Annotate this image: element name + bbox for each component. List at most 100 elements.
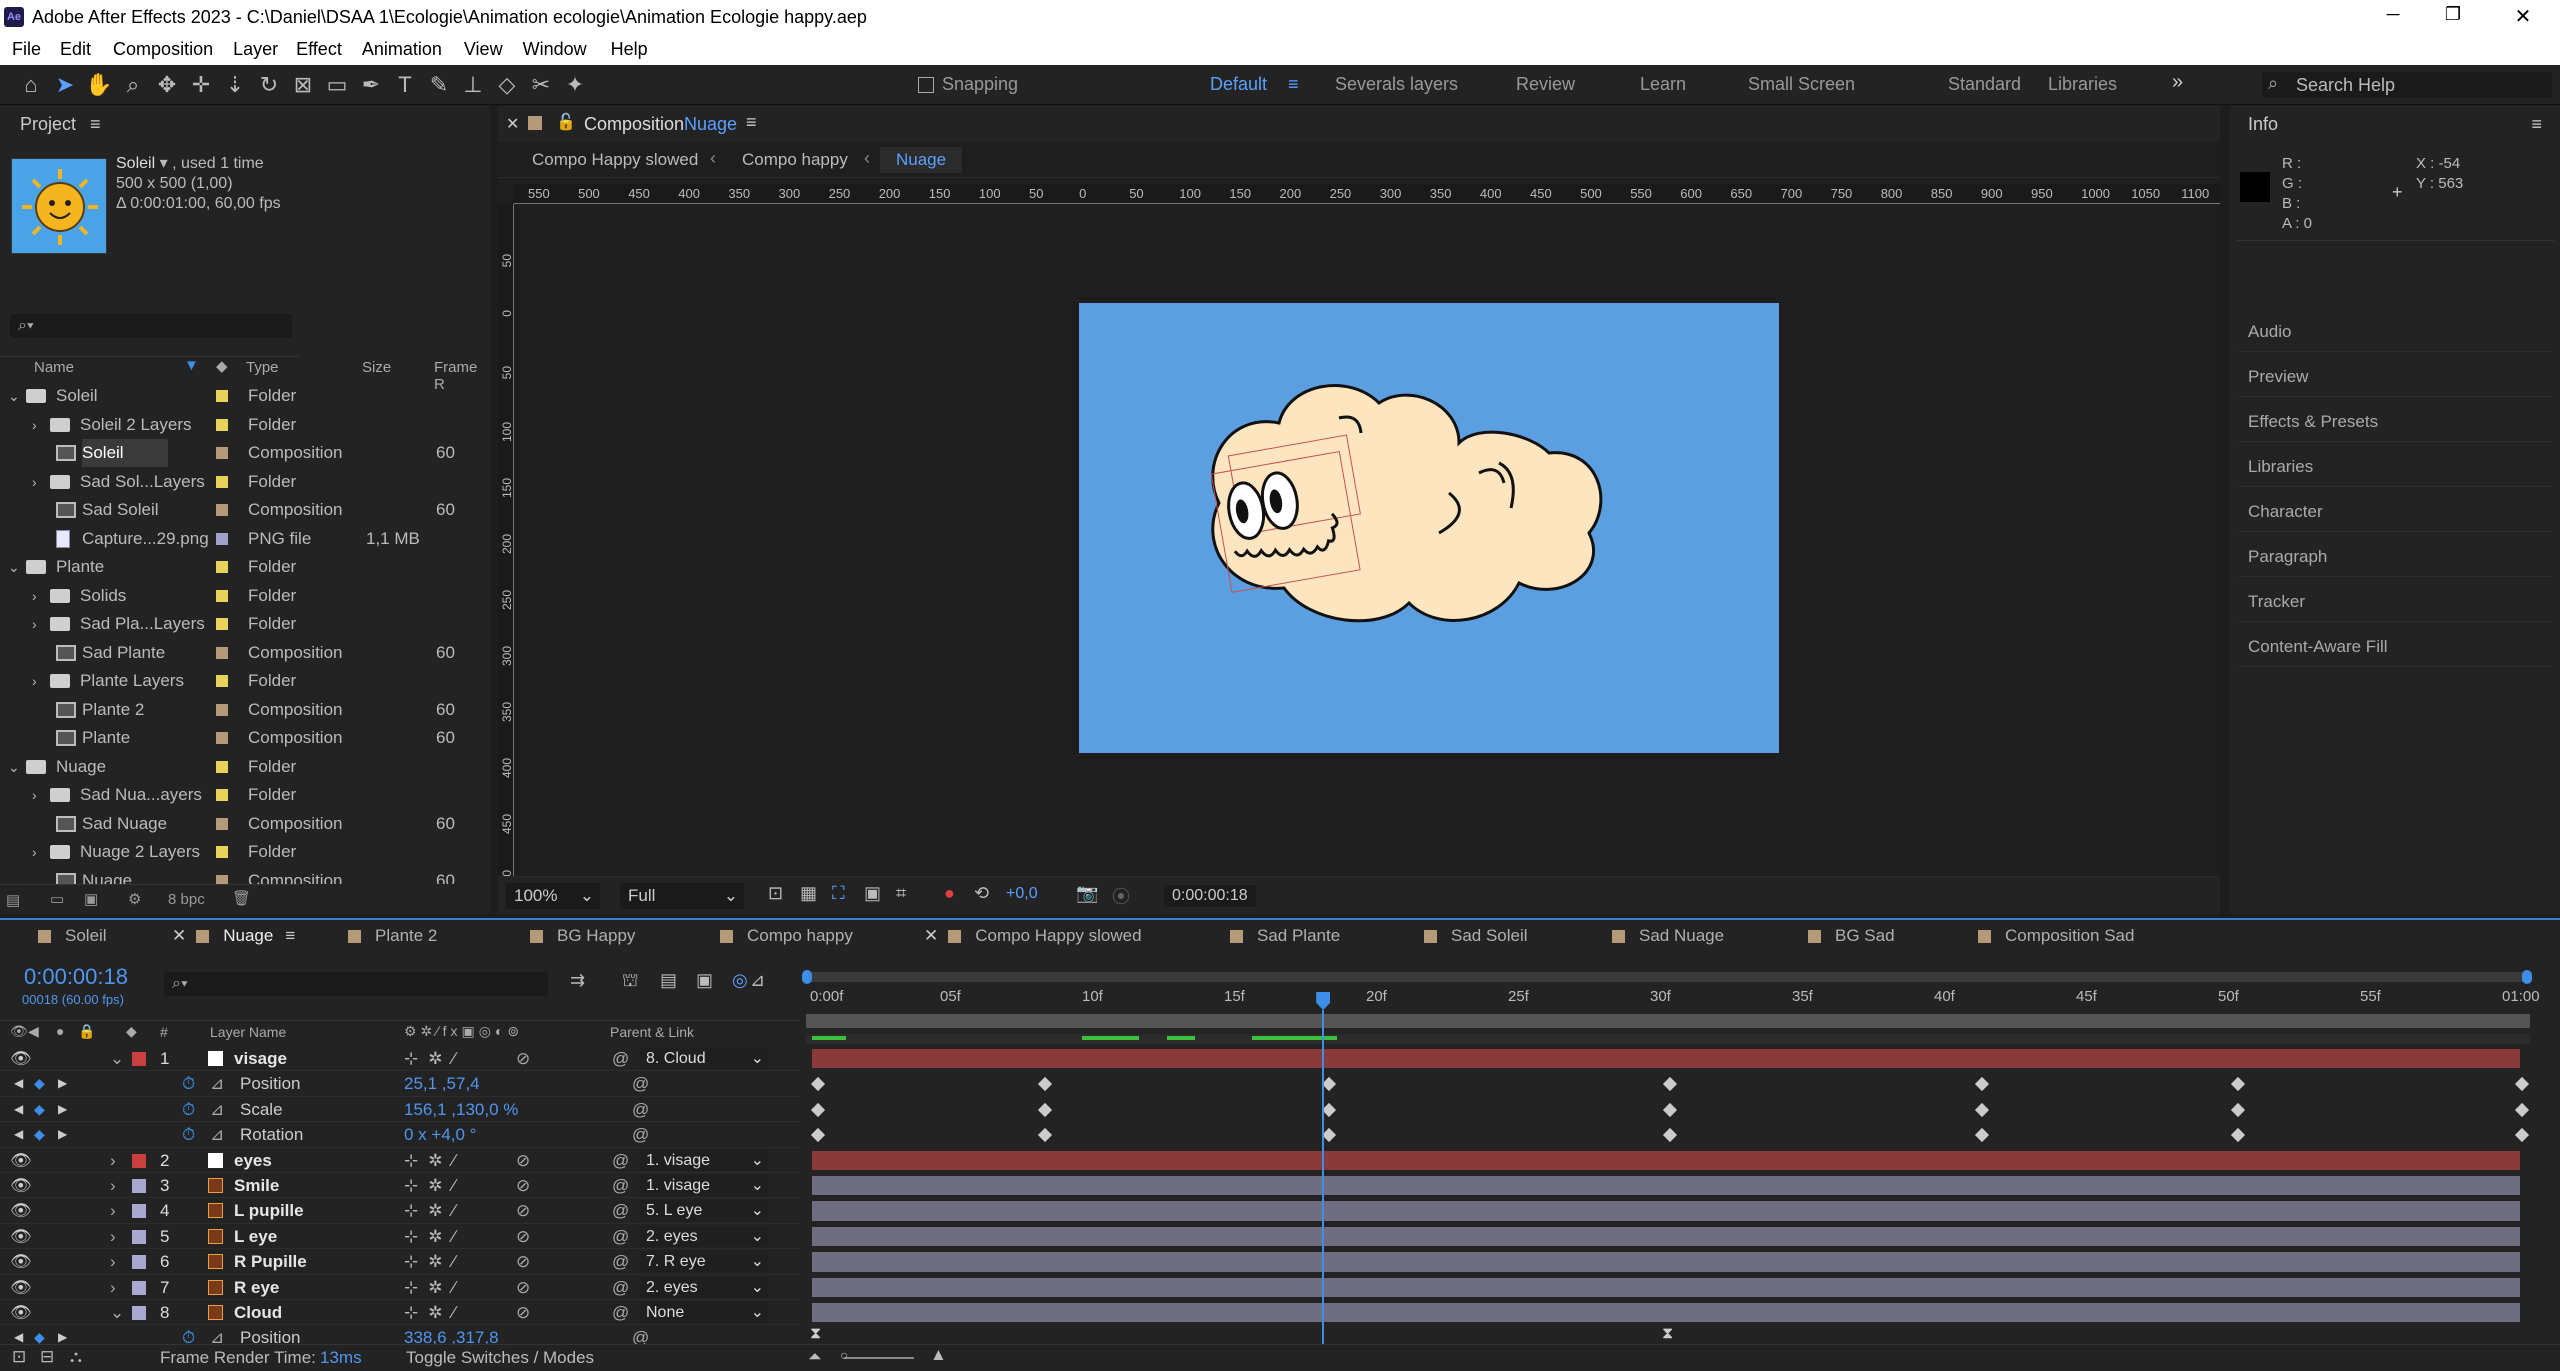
label-color[interactable] [216,532,228,545]
minimize-button[interactable]: ─ [2368,4,2418,25]
link-icon[interactable]: ⊘ [516,1275,530,1300]
layer-switches-icon[interactable]: ⊟ [40,1347,54,1367]
property-row[interactable]: ◀ ◆ ▶ ⏱ ⊿ Scale 156,1 ,130,0 % @ [0,1097,800,1122]
reset-exposure-icon[interactable]: ⟲ [974,883,989,904]
panel-effects-presets[interactable]: Effects & Presets [2238,402,2552,442]
panel-preview[interactable]: Preview [2238,357,2552,397]
chevron-down-icon[interactable]: ⌄ [110,1046,124,1071]
breadcrumb-compo-happy-slowed[interactable]: Compo Happy slowed [532,150,698,170]
panel-menu-icon[interactable]: ≡ [2531,106,2542,142]
roto-brush-icon[interactable]: ✂ [524,65,558,105]
resolution-select[interactable]: Full ⌄ [620,883,744,909]
link-icon[interactable]: ⊘ [516,1046,530,1071]
timeline-tab-composition-sad[interactable]: Composition Sad [1978,920,2134,952]
grid-options-icon[interactable]: ⌗ [896,883,906,904]
project-item[interactable]: › Soleil 2 Layers Folder [0,411,300,439]
col-type[interactable]: Type [246,359,279,376]
next-keyframe-icon[interactable]: ▶ [58,1071,67,1096]
timeline-tab-sad-soleil[interactable]: Sad Soleil [1424,920,1528,952]
channels-icon[interactable]: ● [944,883,955,904]
workspace-libraries[interactable]: Libraries [2048,74,2117,95]
label-color[interactable] [216,390,228,402]
layer-name[interactable]: R Pupille [234,1249,307,1274]
layer-duration-bar[interactable] [812,1252,2520,1272]
breadcrumb-nuage[interactable]: Nuage [880,147,963,173]
parent-select[interactable]: 2. eyes ⌄ [640,1225,768,1247]
project-item[interactable]: › Solids Folder [0,582,300,610]
chevron-right-icon[interactable]: › [32,468,37,496]
layer-switches[interactable]: ⊹✲∕ [404,1249,465,1274]
layer-row[interactable]: 👁 › 4 L pupille ⊹✲∕ ⊘ @ 5. L eye ⌄ [0,1198,800,1223]
zoom-slider-knob[interactable]: ○ [840,1347,848,1363]
menu-view[interactable]: View [464,39,503,60]
project-item[interactable]: Nuage Composition 60 [0,867,455,884]
timeline-zoom-slider[interactable] [844,1357,914,1359]
project-item[interactable]: ⌄ Soleil Folder [0,382,300,410]
hold-keyframe[interactable]: ⧗ [810,1325,821,1343]
timeline-tab-sad-plante[interactable]: Sad Plante [1230,920,1340,952]
pickwhip-icon[interactable]: @ [612,1046,629,1071]
more-workspaces-icon[interactable]: » [2172,71,2183,94]
menu-composition[interactable]: Composition [113,39,213,60]
keyframe[interactable] [1662,1102,1678,1117]
eye-icon[interactable]: 👁 [10,1046,32,1071]
panel-content-aware-fill[interactable]: Content-Aware Fill [2238,627,2552,667]
layer-switches[interactable]: ⊹✲∕ [404,1300,465,1325]
menu-effect[interactable]: Effect [296,39,342,60]
workspace-default[interactable]: Default [1210,74,1267,95]
stopwatch-icon[interactable]: ⏱ [182,1122,195,1147]
parent-select[interactable]: None ⌄ [640,1302,768,1323]
eye-icon[interactable]: 👁 [10,1173,32,1198]
brush-tool-icon[interactable]: ✎ [422,65,456,105]
label-color[interactable] [216,817,228,830]
snapshot-icon[interactable]: 📷 [1076,883,1098,904]
chevron-right-icon[interactable]: › [110,1249,116,1274]
layer-name[interactable]: R eye [234,1275,279,1300]
timeline-tab-sad-nuage[interactable]: Sad Nuage [1612,920,1724,952]
pen-tool-icon[interactable]: ✒ [354,65,388,105]
keyframe[interactable] [2514,1128,2530,1143]
layer-name[interactable]: L eye [234,1224,277,1249]
layer-label-color[interactable] [132,1229,146,1244]
hand-tool-icon[interactable]: ✋ [82,65,116,105]
layer-name[interactable]: eyes [234,1148,272,1173]
label-color[interactable] [216,475,228,488]
eye-icon[interactable]: 👁 [10,1224,32,1249]
parent-select[interactable]: 8. Cloud ⌄ [640,1048,768,1069]
label-color[interactable] [216,675,228,687]
project-item[interactable]: Sad Soleil Composition 60 [0,496,455,524]
timeline-tab-nuage[interactable]: ✕ Nuage ≡ [172,920,295,952]
graph-editor-icon[interactable]: ⊿ [750,970,765,991]
label-color[interactable] [216,447,228,459]
menu-layer[interactable]: Layer [233,39,278,60]
puppet-tool-icon[interactable]: ✦ [558,65,592,105]
interpret-footage-icon[interactable]: ▤ [6,891,20,909]
panel-libraries[interactable]: Libraries [2238,447,2552,487]
eye-icon[interactable]: 👁 [10,1148,32,1173]
motion-blur-icon[interactable]: ◎ [732,970,748,991]
eye-icon[interactable]: 👁 [10,1275,32,1300]
chevron-down-icon[interactable]: ⌄ [110,1300,124,1325]
keyframe[interactable] [1038,1077,1053,1092]
keyframe[interactable] [1322,1128,1337,1143]
next-keyframe-icon[interactable]: ▶ [58,1097,67,1122]
property-row[interactable]: ◀ ◆ ▶ ⏱ ⊿ Rotation 0 x +4,0 ° @ [0,1122,800,1147]
layer-switches[interactable]: ⊹✲∕ [404,1148,465,1173]
chevron-right-icon[interactable]: › [110,1224,116,1249]
label-color[interactable] [216,504,228,516]
chevron-right-icon[interactable]: › [110,1148,116,1173]
pickwhip-icon[interactable]: @ [612,1224,629,1249]
cloud-character-artwork[interactable] [1079,303,1779,753]
layer-row[interactable]: 👁 › 3 Smile ⊹✲∕ ⊘ @ 1. visage ⌄ [0,1173,800,1198]
rectangle-tool-icon[interactable]: ▭ [320,65,354,105]
keyframe[interactable] [1975,1077,1990,1092]
project-item[interactable]: › Sad Pla...Layers Folder [0,610,300,638]
draft-3d-icon[interactable]: ⛫ [622,970,639,994]
chevron-right-icon[interactable]: › [110,1198,116,1223]
selection-tool-icon[interactable]: ➤ [48,65,82,105]
project-item[interactable]: Sad Plante Composition 60 [0,639,455,667]
link-icon[interactable]: ⊘ [516,1148,530,1173]
project-item[interactable]: › Sad Sol...Layers Folder [0,468,300,496]
layer-duration-bar[interactable] [812,1303,2520,1323]
chevron-right-icon[interactable]: › [110,1173,116,1198]
